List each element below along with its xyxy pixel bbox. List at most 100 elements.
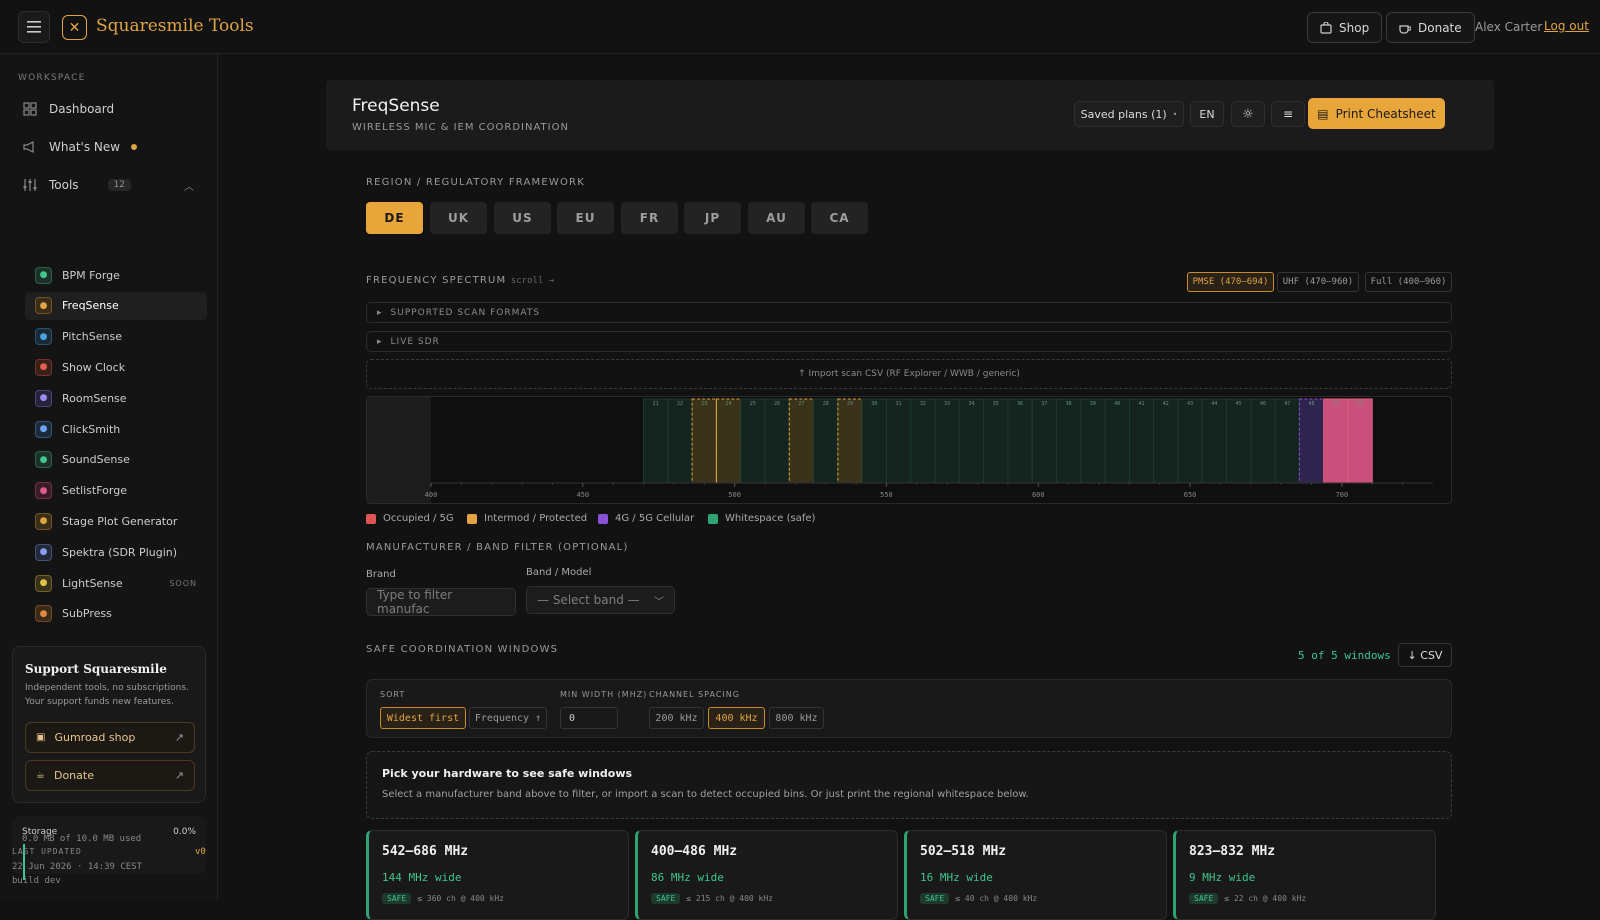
window-card[interactable]: 823–832 MHz 9 MHz wide SAFE ≤ 22 ch @ 400 k… (1173, 830, 1436, 920)
donate-button[interactable]: Donate (1386, 12, 1475, 43)
channel-number-label: 46 (1260, 401, 1266, 407)
spectrum-chart[interactable]: 21 22 23 24 25 26 27 28 29 30 31 32 33 34 35 36 37 38 39 40… (366, 396, 1452, 504)
region-button[interactable]: EU (557, 202, 614, 234)
live-sdr-toggle[interactable]: ▸ LIVE SDR (366, 331, 1452, 352)
sidebar-tool-item[interactable]: ● RoomSense (25, 384, 207, 412)
sidebar-tool-item[interactable]: ● LightSense SOON (25, 569, 207, 597)
channel-number-label: 39 (1090, 401, 1096, 407)
region-heading: REGION / REGULATORY FRAMEWORK (366, 177, 585, 188)
sidebar-tool-item[interactable]: ● Show Clock (25, 353, 207, 381)
spacing-800-button[interactable]: 800 kHz (769, 707, 824, 729)
tool-icon: ● (35, 451, 52, 469)
channel-capacity: ≤ 22 ch @ 400 kHz (1224, 894, 1307, 903)
sidebar-tool-item[interactable]: ● ClickSmith (25, 415, 207, 443)
region-button[interactable]: UK (430, 202, 487, 234)
spectrum-channel-bar (1226, 398, 1252, 484)
import-scan-dropzone[interactable]: ↑ Import scan CSV (RF Explorer / WWB / g… (366, 359, 1452, 389)
hint-title: Pick your hardware to see safe windows (382, 767, 633, 780)
window-width: 86 MHz wide (651, 871, 724, 884)
sidebar-tool-item[interactable]: ● SetlistForge (25, 477, 207, 505)
options-menu-button[interactable]: ≡ (1271, 101, 1305, 127)
sidebar-tool-item[interactable]: ● SoundSense (25, 446, 207, 474)
sidebar-tool-item[interactable]: ● Stage Plot Generator (25, 507, 207, 535)
sort-widest-button[interactable]: Widest first (380, 707, 466, 729)
sidebar-item-dashboard[interactable]: Dashboard (22, 101, 114, 117)
tools-label: Tools (49, 178, 79, 192)
new-indicator (131, 144, 138, 150)
printer-icon: ▤ (1317, 106, 1329, 121)
saved-plans-dropdown[interactable]: Saved plans (1) • (1074, 101, 1184, 127)
hamburger-icon (27, 21, 41, 33)
channel-number-label: 24 (726, 401, 732, 407)
filter-heading: MANUFACTURER / BAND FILTER (OPTIONAL) (366, 542, 629, 553)
spacing-400-button[interactable]: 400 kHz (708, 707, 765, 729)
channel-number-label: 28 (823, 401, 829, 407)
window-card[interactable]: 542–686 MHz 144 MHz wide SAFE ≤ 360 ch @ 40… (366, 830, 629, 920)
channel-number-label: 25 (750, 401, 756, 407)
window-range: 400–486 MHz (651, 844, 738, 859)
region-button[interactable]: AU (748, 202, 805, 234)
legend-label: Intermod / Protected (484, 513, 588, 524)
tool-label: PitchSense (62, 330, 123, 344)
sidebar-donate-button[interactable]: ☕ Donate ↗ (25, 760, 195, 791)
region-button[interactable]: JP (684, 202, 741, 234)
band-select[interactable]: — Select band — ﹀ (526, 586, 675, 614)
sliders-icon (23, 179, 37, 191)
sidebar-tool-item[interactable]: ● Spektra (SDR Plugin) (25, 538, 207, 566)
support-card: Support Squaresmile Independent tools, n… (12, 646, 206, 803)
window-meta: SAFE ≤ 215 ch @ 400 kHz (651, 893, 773, 904)
scan-formats-toggle[interactable]: ▸ SUPPORTED SCAN FORMATS (366, 302, 1452, 323)
window-card[interactable]: 502–518 MHz 16 MHz wide SAFE ≤ 40 ch @ 400 … (904, 830, 1167, 920)
spectrum-channel-bar (1031, 398, 1057, 484)
shop-button[interactable]: Shop (1307, 12, 1383, 43)
logout-link[interactable]: Log out (1544, 19, 1589, 33)
window-card[interactable]: 400–486 MHz 86 MHz wide SAFE ≤ 215 ch @ 400… (635, 830, 898, 920)
safe-badge: SAFE (382, 893, 412, 904)
spectrum-channel-bar (1347, 398, 1373, 484)
storage-used: 0.0 MB of 10.0 MB used (22, 834, 142, 844)
min-width-input[interactable]: 0 (560, 707, 618, 729)
tool-icon: ● (35, 420, 52, 438)
brand-filter-input[interactable]: Type to filter manufac (366, 588, 516, 616)
channel-number-label: 27 (798, 401, 804, 407)
tool-icon: ● (35, 389, 52, 407)
hardware-hint: Pick your hardware to see safe windows S… (366, 751, 1452, 819)
tool-label: Show Clock (62, 360, 126, 374)
region-button[interactable]: DE (366, 202, 423, 234)
spectrum-offscale-region (367, 397, 431, 503)
sort-frequency-button[interactable]: Frequency ↑ (469, 707, 547, 729)
region-button[interactable]: CA (811, 202, 868, 234)
sidebar-item-tools[interactable]: Tools 12 ︿ (22, 177, 194, 193)
gumroad-shop-button[interactable]: ▣ Gumroad shop ↗ (25, 722, 195, 753)
safe-badge: SAFE (1189, 893, 1219, 904)
build-label: build dev (12, 876, 61, 886)
tool-label: Spektra (SDR Plugin) (62, 545, 178, 559)
user-name: Alex Carter (1475, 20, 1543, 34)
region-button[interactable]: US (494, 202, 551, 234)
region-button[interactable]: FR (621, 202, 678, 234)
sidebar-tool-item[interactable]: ● BPM Forge (25, 261, 207, 289)
window-meta: SAFE ≤ 360 ch @ 400 kHz (382, 893, 504, 904)
print-cheatsheet-button[interactable]: ▤ Print Cheatsheet (1308, 98, 1445, 129)
sidebar-item-whats-new[interactable]: What's New (22, 139, 138, 155)
spacing-200-button[interactable]: 200 kHz (649, 707, 704, 729)
language-button[interactable]: EN (1190, 101, 1224, 127)
sidebar-tool-item[interactable]: ● PitchSense (25, 323, 207, 351)
print-label: Print Cheatsheet (1335, 106, 1436, 121)
tool-icon: ● (35, 297, 52, 315)
sidebar-tool-item[interactable]: ● FreqSense (25, 291, 207, 320)
spectrum-channel-bar (1201, 398, 1228, 484)
range-button[interactable]: Full (400–960) (1365, 272, 1452, 292)
channel-number-label: 38 (1066, 401, 1072, 407)
gumroad-label: Gumroad shop (54, 731, 136, 744)
range-button[interactable]: PMSE (470–694) (1187, 272, 1274, 292)
menu-button[interactable] (18, 11, 50, 43)
sidebar-tool-item[interactable]: ● SubPress (25, 600, 207, 628)
csv-export-button[interactable]: ↓ CSV (1398, 643, 1452, 667)
top-bar: ✕ Squaresmile Tools Shop Donate Alex Car… (0, 0, 1600, 54)
whats-new-label: What's New (49, 140, 121, 154)
spectrum-channel-bar (983, 398, 1009, 484)
spectrum-channel-bar (910, 398, 936, 484)
theme-toggle-button[interactable]: ☼ (1231, 101, 1265, 127)
range-button[interactable]: UHF (470–960) (1277, 272, 1359, 292)
